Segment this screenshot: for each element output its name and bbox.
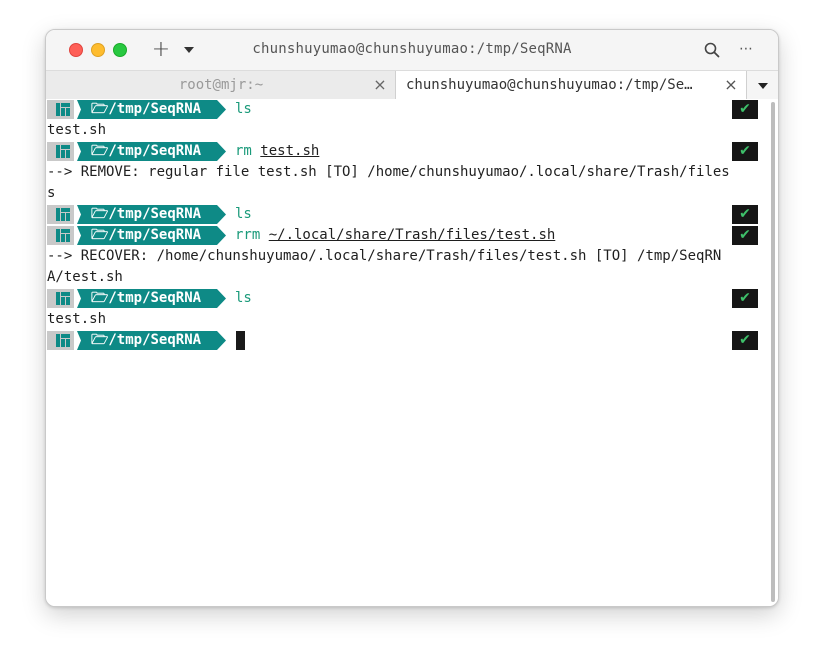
tab-chunshuyumao[interactable]: chunshuyumao@chunshuyumao:/tmp/Se… × <box>396 71 746 99</box>
directory-segment: 🗁/tmp/SeqRNA <box>74 331 226 350</box>
current-directory: 🗁/tmp/SeqRNA <box>91 143 202 159</box>
current-directory: 🗁/tmp/SeqRNA <box>91 101 202 117</box>
prompt-line: 🗁/tmp/SeqRNA rrm ~/.local/share/Trash/fil… <box>47 225 767 246</box>
os-segment <box>47 205 74 224</box>
window-title: chunshuyumao@chunshuyumao:/tmp/SeqRNA <box>252 41 572 57</box>
status-check-icon: ✔ <box>732 100 758 119</box>
status-check-icon: ✔ <box>732 331 758 350</box>
manjaro-logo-icon <box>56 145 70 158</box>
tab-label: root@mjr:~ <box>178 77 264 93</box>
terminal-output[interactable]: 🗁/tmp/SeqRNA ls ✔ test.sh 🗁/tmp/SeqRNA rm tes… <box>46 99 778 606</box>
prompt-line: 🗁/tmp/SeqRNA ls ✔ <box>47 204 767 225</box>
prompt-line: 🗁/tmp/SeqRNA ls ✔ <box>47 99 767 120</box>
scrollbar[interactable] <box>771 102 775 602</box>
command-text: ls <box>235 204 252 225</box>
manjaro-logo-icon <box>56 103 70 116</box>
command-name: ls <box>235 206 252 222</box>
output-line: --> RECOVER: /home/chunshuyumao/.local/s… <box>47 248 722 264</box>
search-icon[interactable] <box>703 41 721 59</box>
directory-segment: 🗁/tmp/SeqRNA <box>74 142 226 161</box>
text-cursor <box>236 331 245 350</box>
manjaro-logo-icon <box>56 334 70 347</box>
status-check-icon: ✔ <box>732 142 758 161</box>
tab-list-dropdown[interactable] <box>746 71 778 99</box>
command-argument: ~/.local/share/Trash/files/test.sh <box>268 227 556 243</box>
prompt-line: 🗁/tmp/SeqRNA ls ✔ <box>47 288 767 309</box>
manjaro-logo-icon <box>56 208 70 221</box>
current-directory: 🗁/tmp/SeqRNA <box>91 332 202 348</box>
close-tab-icon[interactable]: × <box>723 71 739 99</box>
command-text: rm test.sh <box>235 141 319 162</box>
status-check-icon: ✔ <box>732 226 758 245</box>
os-segment <box>47 289 74 308</box>
output-line: s <box>47 185 56 201</box>
command-text: ls <box>235 288 252 309</box>
command-name: ls <box>235 101 252 117</box>
command-name: rm <box>235 143 261 159</box>
tab-label: chunshuyumao@chunshuyumao:/tmp/Se… <box>406 77 693 93</box>
more-options-button[interactable]: ⋯ <box>736 40 756 58</box>
output-line: test.sh <box>47 311 107 327</box>
tab-bar: root@mjr:~ × chunshuyumao@chunshuyumao:/… <box>46 70 778 99</box>
tab-root[interactable]: root@mjr:~ × <box>46 71 396 99</box>
output-line: test.sh <box>47 122 107 138</box>
command-text: rrm ~/.local/share/Trash/files/test.sh <box>235 225 555 246</box>
manjaro-logo-icon <box>56 229 70 242</box>
command-text: ls <box>235 99 252 120</box>
output-line: --> REMOVE: regular file test.sh [TO] /h… <box>47 164 730 180</box>
command-name: ls <box>235 290 252 306</box>
manjaro-logo-icon <box>56 292 70 305</box>
title-bar: + chunshuyumao@chunshuyumao:/tmp/SeqRNA … <box>46 30 778 70</box>
terminal-window: + chunshuyumao@chunshuyumao:/tmp/SeqRNA … <box>45 29 779 607</box>
close-tab-icon[interactable]: × <box>372 71 388 99</box>
prompt-line: 🗁/tmp/SeqRNA ✔ <box>47 330 767 351</box>
status-check-icon: ✔ <box>732 205 758 224</box>
os-segment <box>47 100 74 119</box>
os-segment <box>47 226 74 245</box>
directory-segment: 🗁/tmp/SeqRNA <box>74 100 226 119</box>
current-directory: 🗁/tmp/SeqRNA <box>91 206 202 222</box>
status-check-icon: ✔ <box>732 289 758 308</box>
os-segment <box>47 142 74 161</box>
command-argument: test.sh <box>260 143 320 159</box>
command-name: rrm <box>235 227 269 243</box>
chevron-down-icon <box>758 83 768 89</box>
directory-segment: 🗁/tmp/SeqRNA <box>74 289 226 308</box>
os-segment <box>47 331 74 350</box>
directory-segment: 🗁/tmp/SeqRNA <box>74 226 226 245</box>
current-directory: 🗁/tmp/SeqRNA <box>91 290 202 306</box>
output-line: A/test.sh <box>47 269 123 285</box>
current-directory: 🗁/tmp/SeqRNA <box>91 227 202 243</box>
prompt-line: 🗁/tmp/SeqRNA rm test.sh ✔ <box>47 141 767 162</box>
directory-segment: 🗁/tmp/SeqRNA <box>74 205 226 224</box>
